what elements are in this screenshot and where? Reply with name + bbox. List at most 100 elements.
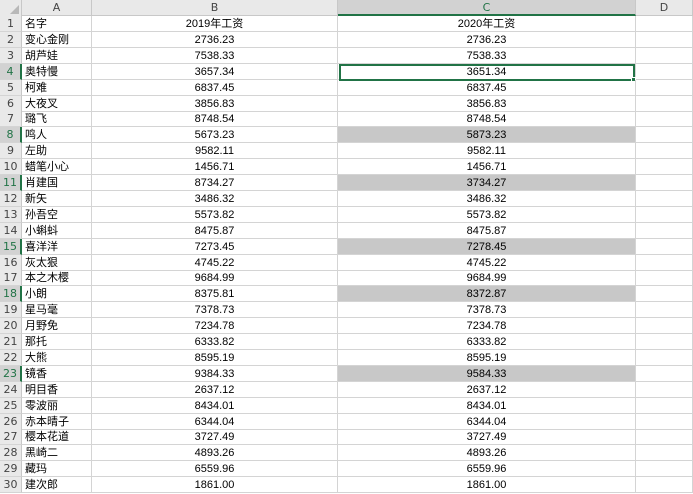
salary-2020-cell[interactable]: 7234.78 (338, 318, 636, 335)
salary-2019-cell[interactable]: 7234.78 (92, 318, 338, 335)
salary-2020-cell[interactable]: 6559.96 (338, 461, 636, 478)
salary-2019-cell[interactable]: 8475.87 (92, 222, 338, 239)
cell-d[interactable] (636, 334, 693, 350)
salary-2020-cell[interactable]: 4893.26 (338, 445, 636, 462)
salary-2020-cell[interactable]: 9684.99 (338, 270, 636, 287)
cell-d[interactable] (636, 318, 693, 335)
row-header[interactable]: 17 (0, 270, 22, 287)
row-header[interactable]: 10 (0, 159, 22, 176)
name-cell[interactable]: 大夜叉 (22, 95, 92, 112)
salary-2019-cell[interactable]: 6837.45 (92, 79, 338, 96)
salary-2020-cell[interactable]: 4745.22 (338, 254, 636, 271)
salary-2019-cell[interactable]: 4745.22 (92, 254, 338, 271)
salary-2019-cell[interactable]: 8375.81 (92, 286, 338, 303)
salary-2020-cell[interactable]: 6333.82 (338, 334, 636, 350)
name-cell[interactable]: 变心金刚 (22, 31, 92, 48)
salary-2019-cell[interactable]: 9684.99 (92, 270, 338, 287)
name-cell[interactable]: 月野免 (22, 318, 92, 335)
row-header[interactable]: 12 (0, 190, 22, 207)
row-header[interactable]: 29 (0, 461, 22, 478)
cell-d[interactable] (636, 302, 693, 319)
salary-2020-cell[interactable]: 3651.34 (338, 63, 636, 80)
salary-2020-cell[interactable]: 5873.23 (338, 127, 636, 144)
cell-d[interactable] (636, 270, 693, 287)
cell-d[interactable] (636, 111, 693, 128)
cell-d[interactable] (636, 461, 693, 478)
cell-d[interactable] (636, 413, 693, 430)
name-cell[interactable]: 那托 (22, 334, 92, 350)
select-all-corner[interactable] (0, 0, 22, 16)
cell-d[interactable] (636, 31, 693, 48)
name-cell[interactable]: 蜡笔小心 (22, 159, 92, 176)
cell-d[interactable] (636, 254, 693, 271)
salary-2020-cell[interactable]: 9582.11 (338, 143, 636, 160)
row-header[interactable]: 6 (0, 95, 22, 112)
row-header[interactable]: 26 (0, 413, 22, 430)
row-header[interactable]: 5 (0, 79, 22, 96)
salary-2020-cell[interactable]: 8434.01 (338, 397, 636, 414)
salary-2020-cell[interactable]: 1861.00 (338, 477, 636, 494)
row-header[interactable]: 20 (0, 318, 22, 335)
cell-d[interactable] (636, 127, 693, 144)
name-cell[interactable]: 左助 (22, 143, 92, 160)
salary-2020-cell[interactable]: 2637.12 (338, 381, 636, 398)
cell-d[interactable] (636, 143, 693, 160)
name-cell[interactable]: 大熊 (22, 349, 92, 366)
name-cell[interactable]: 藏玛 (22, 461, 92, 478)
salary-2020-cell[interactable]: 6344.04 (338, 413, 636, 430)
salary-2019-cell[interactable]: 3486.32 (92, 190, 338, 207)
cell-d[interactable] (636, 159, 693, 176)
name-cell[interactable]: 璐飞 (22, 111, 92, 128)
cell-d[interactable] (636, 365, 693, 382)
row-header[interactable]: 23 (0, 365, 22, 382)
name-cell[interactable]: 新矢 (22, 190, 92, 207)
salary-2019-cell[interactable]: 8748.54 (92, 111, 338, 128)
salary-2019-cell[interactable]: 8434.01 (92, 397, 338, 414)
column-header-a[interactable]: A (22, 0, 92, 16)
salary-2019-cell[interactable]: 1456.71 (92, 159, 338, 176)
name-cell[interactable]: 灰太狠 (22, 254, 92, 271)
cell-d[interactable] (636, 349, 693, 366)
salary-2019-cell[interactable]: 9384.33 (92, 365, 338, 382)
cell-d[interactable] (636, 206, 693, 223)
name-cell[interactable]: 喜洋洋 (22, 238, 92, 255)
row-header[interactable]: 19 (0, 302, 22, 319)
cell-d[interactable] (636, 445, 693, 462)
cell-d[interactable] (636, 429, 693, 446)
cell-d[interactable] (636, 381, 693, 398)
row-header[interactable]: 13 (0, 206, 22, 223)
salary-2020-cell[interactable]: 3856.83 (338, 95, 636, 112)
salary-2020-cell[interactable]: 3727.49 (338, 429, 636, 446)
salary-2019-cell[interactable]: 8595.19 (92, 349, 338, 366)
cell-d[interactable] (636, 397, 693, 414)
row-header[interactable]: 15 (0, 238, 22, 255)
cell-d[interactable] (636, 222, 693, 239)
name-cell[interactable]: 胡芦娃 (22, 47, 92, 64)
salary-2019-cell[interactable]: 7273.45 (92, 238, 338, 255)
cell-d[interactable] (636, 47, 693, 64)
salary-2019-cell[interactable]: 6559.96 (92, 461, 338, 478)
salary-2020-cell[interactable]: 5573.82 (338, 206, 636, 223)
salary-2019-cell[interactable]: 6344.04 (92, 413, 338, 430)
name-cell[interactable]: 星马毫 (22, 302, 92, 319)
name-cell[interactable]: 零波丽 (22, 397, 92, 414)
cell-d[interactable] (636, 16, 693, 32)
name-cell[interactable]: 小蝌蚪 (22, 222, 92, 239)
name-cell[interactable]: 黑崎二 (22, 445, 92, 462)
name-cell[interactable]: 肖建国 (22, 175, 92, 191)
salary-2020-cell[interactable]: 8372.87 (338, 286, 636, 303)
header-cell-2019[interactable]: 2019年工资 (92, 16, 338, 32)
header-cell-name[interactable]: 名字 (22, 16, 92, 32)
cell-d[interactable] (636, 190, 693, 207)
salary-2019-cell[interactable]: 9582.11 (92, 143, 338, 160)
salary-2019-cell[interactable]: 3727.49 (92, 429, 338, 446)
cell-d[interactable] (636, 175, 693, 191)
header-cell-2020[interactable]: 2020年工资 (338, 16, 636, 32)
row-header[interactable]: 2 (0, 31, 22, 48)
row-header[interactable]: 3 (0, 47, 22, 64)
name-cell[interactable]: 建次郎 (22, 477, 92, 494)
salary-2020-cell[interactable]: 7378.73 (338, 302, 636, 319)
salary-2020-cell[interactable]: 8475.87 (338, 222, 636, 239)
column-header-b[interactable]: B (92, 0, 338, 16)
salary-2020-cell[interactable]: 3734.27 (338, 175, 636, 191)
